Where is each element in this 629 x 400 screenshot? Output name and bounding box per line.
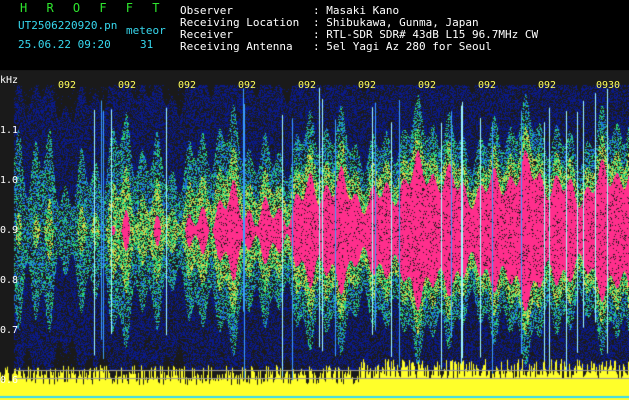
time-tick-label: 092 [478, 80, 497, 91]
time-tick-label: 092 [538, 80, 557, 91]
time-tick-label: 092 [178, 80, 197, 91]
time-tick-label: 092 [418, 80, 437, 91]
time-tick-label: 092 [238, 80, 257, 91]
antenna-label: Receiving Antenna [180, 40, 293, 53]
y-tick-label: 0.9 [0, 225, 19, 236]
file-name: UT2506220920.pn [18, 19, 118, 32]
time-tick-label: 092 [358, 80, 377, 91]
antenna-value: : 5el Yagi Az 280 for Seoul [313, 40, 492, 53]
time-tick-label: 0930 [596, 80, 621, 91]
header-panel: H R O F F T UT2506220920.pn meteor 25.06… [0, 0, 629, 70]
station-name: H R O F F T [20, 1, 166, 15]
time-tick-label: 092 [58, 80, 77, 91]
observation-datetime: 25.06.22 09:20 [18, 38, 111, 51]
y-tick-label: 1.0 [0, 175, 19, 186]
time-tick-label: 092 [298, 80, 317, 91]
y-tick-label: 0.6 [0, 375, 19, 386]
meteor-count: 31 [140, 38, 154, 51]
frequency-unit-label: kHz [0, 75, 19, 86]
time-tick-label: 092 [118, 80, 137, 91]
y-tick-label: 0.7 [0, 325, 19, 336]
y-tick-label: 1.1 [0, 125, 19, 136]
y-tick-label: 0.8 [0, 275, 19, 286]
observation-type: meteor [126, 24, 166, 37]
